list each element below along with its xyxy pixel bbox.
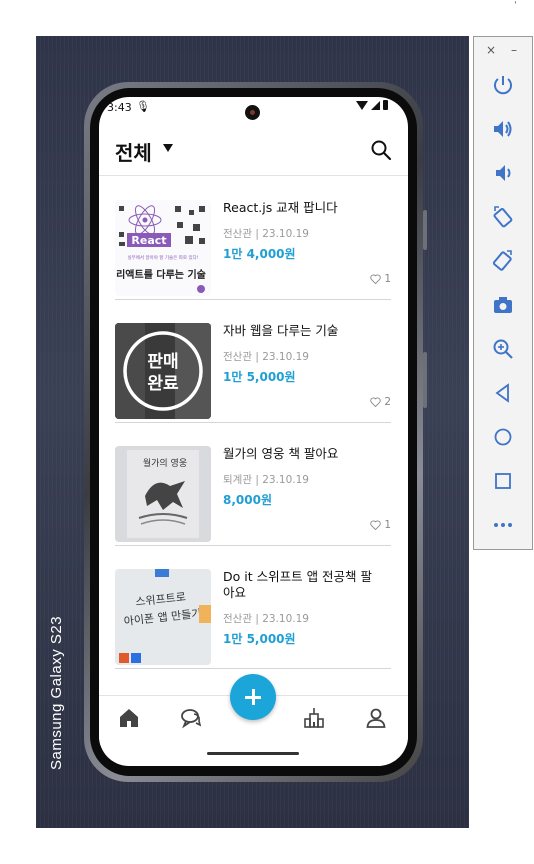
category-filter-title[interactable]: 전체 [115, 137, 152, 166]
status-time: 3:43 [107, 101, 132, 114]
book-thumbnail-sold: 판매 완료 [115, 323, 211, 419]
item-meta: 퇴계관 | 23.10.19 [223, 474, 309, 486]
home-gesture-bar[interactable] [207, 752, 299, 755]
item-price: 1만 5,000원 [223, 632, 296, 646]
volume-hardware-button[interactable] [423, 210, 427, 250]
sold-badge-line1: 판매 [147, 352, 178, 372]
chat-icon[interactable] [179, 706, 203, 730]
item-title: React.js 교재 팝니다 [223, 200, 338, 215]
rotate-left-icon[interactable] [491, 205, 515, 229]
zoom-icon[interactable] [491, 337, 515, 361]
item-meta: 전산관 | 23.10.19 [223, 613, 309, 625]
add-post-button[interactable] [230, 674, 276, 720]
wallstreet-cover-title: 월가의 영웅 [143, 457, 187, 469]
list-item[interactable]: React 실무에서 알아야 할 기술은 따로 있다! 리액트를 다루는 기술 … [115, 176, 391, 300]
phone-screen: 3:43 🎙 전체 React 실무에서 알아야 할 기술은 따로 있다! 리액… [99, 97, 408, 766]
item-title: Do it 스위프트 앱 전공책 팔아요 [223, 569, 373, 600]
item-price: 1만 4,000원 [223, 247, 296, 261]
home-circle-icon[interactable] [491, 425, 515, 449]
like-count-value: 2 [384, 396, 391, 408]
status-icons [356, 100, 388, 110]
list-item[interactable]: 월가의 영웅 월가의 영웅 책 팔아요 퇴계관 | 23.10.19 8,000… [115, 422, 391, 546]
sold-badge-line2: 완료 [147, 374, 179, 394]
heart-icon [370, 274, 382, 284]
building-icon[interactable] [302, 706, 326, 730]
overview-icon[interactable] [491, 469, 515, 493]
home-icon[interactable] [117, 706, 141, 730]
list-item[interactable]: 스위프트로 아이폰 앱 만들기 Do it 스위프트 앱 전공책 팔아요 전산관… [115, 545, 391, 669]
react-cover-subtitle: 실무에서 알아야 할 기술은 따로 있다! [127, 254, 198, 261]
item-price: 1만 5,000원 [223, 370, 296, 384]
book-thumbnail-swift: 스위프트로 아이폰 앱 만들기 [115, 569, 211, 665]
wifi-icon [356, 100, 368, 110]
volume-down-icon[interactable] [491, 161, 515, 185]
react-book-cover: React 실무에서 알아야 할 기술은 따로 있다! 리액트를 다루는 기술 [115, 200, 211, 296]
dropdown-arrow-icon[interactable] [163, 144, 173, 152]
list-item[interactable]: 판매 완료 자바 웹을 다루는 기술 전산관 | 23.10.19 1만 5,0… [115, 299, 391, 423]
front-camera [245, 105, 260, 120]
item-title: 자바 웹을 다루는 기술 [223, 323, 339, 338]
rotate-right-icon[interactable] [491, 249, 515, 273]
minimize-icon[interactable]: – [511, 43, 517, 57]
status-bar: 3:43 🎙 [99, 97, 408, 120]
heart-icon [370, 520, 382, 530]
book-thumbnail-wallstreet: 월가의 영웅 [115, 446, 211, 542]
mic-icon: 🎙 [136, 100, 150, 113]
react-cover-title: React [131, 234, 166, 247]
emulator-toolbar: × – [473, 36, 533, 550]
volume-up-icon[interactable] [491, 117, 515, 141]
item-price: 8,000원 [223, 493, 272, 507]
search-icon[interactable] [370, 139, 392, 161]
swift-book-cover: 스위프트로 아이폰 앱 만들기 [115, 569, 211, 665]
item-meta: 전산관 | 23.10.19 [223, 228, 309, 240]
signal-icon [371, 100, 380, 110]
like-count[interactable]: 2 [370, 396, 391, 408]
more-icon[interactable] [491, 513, 515, 537]
book-thumbnail-react: React 실무에서 알아야 할 기술은 따로 있다! 리액트를 다루는 기술 [115, 200, 211, 296]
sold-thumbnail-image: 판매 완료 [115, 323, 211, 419]
heart-icon [370, 397, 382, 407]
like-count-value: 1 [384, 519, 391, 531]
power-hardware-button[interactable] [423, 352, 427, 408]
battery-icon [383, 100, 388, 110]
like-count-value: 1 [384, 273, 391, 285]
back-icon[interactable] [491, 381, 515, 405]
react-cover-heading: 리액트를 다루는 기술 [116, 268, 206, 281]
window-corner-mark: ' [514, 0, 517, 11]
camera-icon[interactable] [491, 293, 515, 317]
app-header: 전체 [99, 127, 408, 176]
item-meta: 전산관 | 23.10.19 [223, 351, 309, 363]
device-label: Samsung Galaxy S23 [48, 615, 65, 770]
wallstreet-book-cover: 월가의 영웅 [115, 446, 211, 542]
like-count[interactable]: 1 [370, 273, 391, 285]
item-title: 월가의 영웅 책 팔아요 [223, 446, 339, 461]
profile-icon[interactable] [364, 706, 388, 730]
like-count[interactable]: 1 [370, 519, 391, 531]
close-icon[interactable]: × [486, 43, 496, 57]
power-icon[interactable] [491, 73, 515, 97]
